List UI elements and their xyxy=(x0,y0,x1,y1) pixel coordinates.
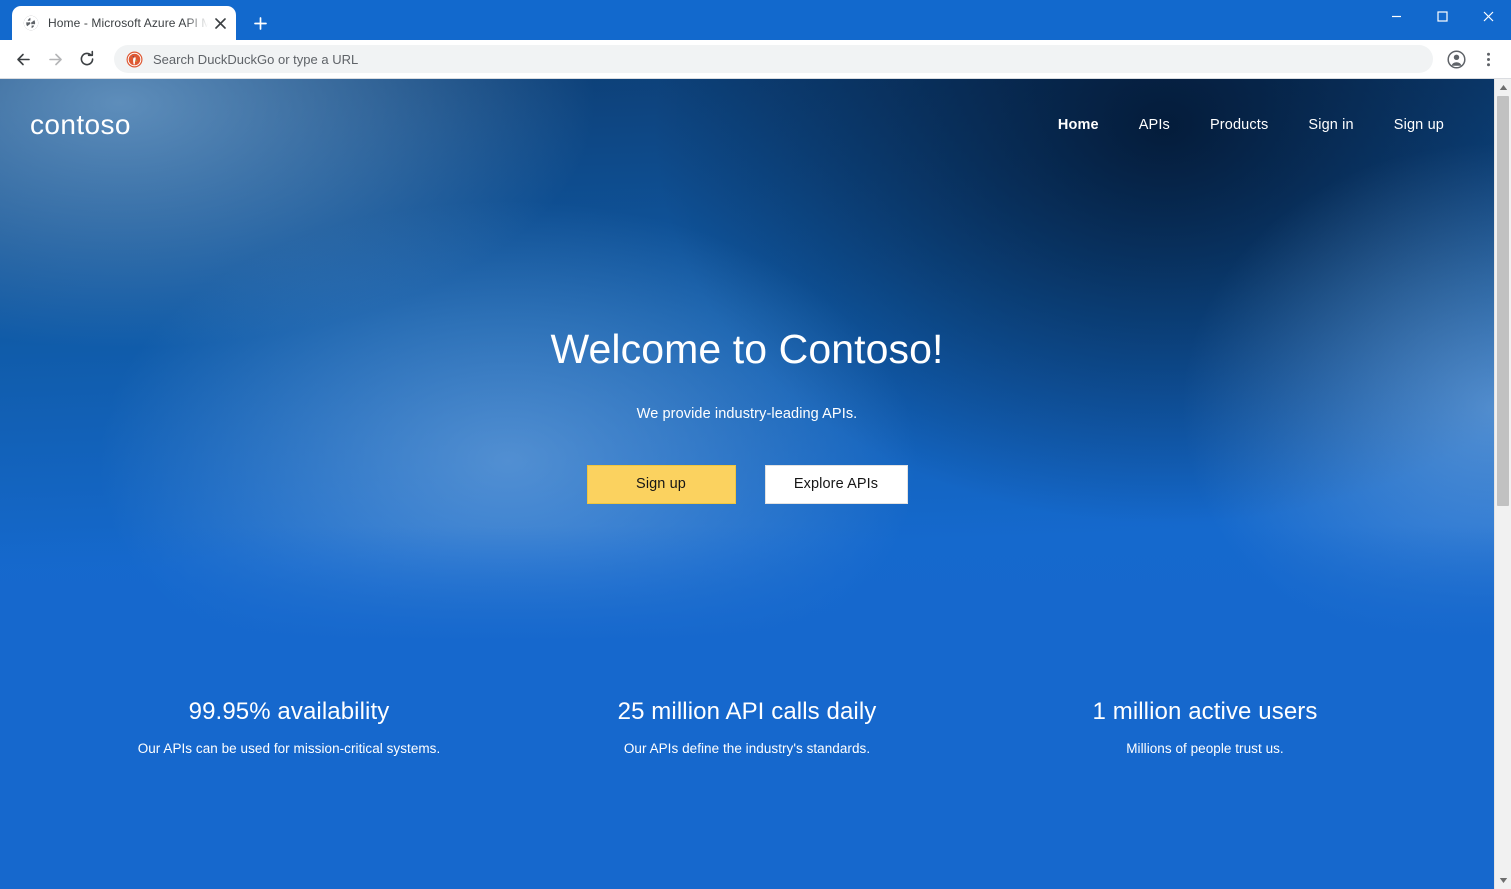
stat-item-availability: 99.95% availability Our APIs can be used… xyxy=(60,676,518,889)
tab-title: Home - Microsoft Azure API Man xyxy=(48,16,208,30)
contoso-developer-portal: contoso Home APIs Products Sign in Sign … xyxy=(0,79,1494,889)
window-controls xyxy=(1373,0,1511,32)
back-icon[interactable] xyxy=(8,44,38,74)
stat-description: Millions of people trust us. xyxy=(1126,740,1284,756)
browser-tab[interactable]: Home - Microsoft Azure API Man xyxy=(12,6,236,40)
stat-value: 25 million API calls daily xyxy=(617,698,877,725)
scroll-down-arrow-icon[interactable] xyxy=(1495,872,1511,889)
address-bar-text: Search DuckDuckGo or type a URL xyxy=(153,51,359,67)
maximize-icon[interactable] xyxy=(1419,0,1465,32)
address-bar[interactable]: Search DuckDuckGo or type a URL xyxy=(114,45,1433,73)
browser-titlebar: Home - Microsoft Azure API Man xyxy=(0,0,1511,40)
stat-value: 99.95% availability xyxy=(188,698,390,725)
nav-item-sign-in[interactable]: Sign in xyxy=(1288,109,1373,141)
contoso-logo[interactable]: contoso xyxy=(30,111,131,139)
scroll-up-arrow-icon[interactable] xyxy=(1495,79,1511,96)
duckduckgo-icon xyxy=(126,51,143,68)
nav-item-home[interactable]: Home xyxy=(1038,109,1119,141)
hero-subtitle: We provide industry-leading APIs. xyxy=(636,405,858,422)
stat-description: Our APIs define the industry's standards… xyxy=(623,740,871,756)
minimize-icon[interactable] xyxy=(1373,0,1419,32)
page-viewport: contoso Home APIs Products Sign in Sign … xyxy=(0,78,1511,889)
hero-title: Welcome to Contoso! xyxy=(550,326,944,372)
stat-value: 1 million active users xyxy=(1092,698,1318,725)
reload-icon[interactable] xyxy=(72,44,102,74)
browser-toolbar: Search DuckDuckGo or type a URL xyxy=(0,40,1511,78)
three-dot-menu-icon[interactable] xyxy=(1473,44,1503,74)
toolbar-right-actions xyxy=(1441,44,1503,74)
stats-section: 99.95% availability Our APIs can be used… xyxy=(0,676,1494,889)
stat-item-active-users: 1 million active users Millions of peopl… xyxy=(976,676,1434,889)
browser-window: Home - Microsoft Azure API Man Search Du… xyxy=(0,0,1511,889)
site-header: contoso Home APIs Products Sign in Sign … xyxy=(0,79,1494,171)
explore-apis-button[interactable]: Explore APIs xyxy=(764,464,908,504)
close-icon[interactable] xyxy=(210,13,230,33)
window-close-icon[interactable] xyxy=(1465,0,1511,32)
forward-icon[interactable] xyxy=(40,44,70,74)
sign-up-button[interactable]: Sign up xyxy=(586,464,736,504)
scrollbar-thumb[interactable] xyxy=(1497,96,1509,506)
main-navigation: Home APIs Products Sign in Sign up xyxy=(1038,109,1464,141)
nav-item-products[interactable]: Products xyxy=(1190,109,1288,141)
stat-item-api-calls: 25 million API calls daily Our APIs defi… xyxy=(518,676,976,889)
page-scrollbar[interactable] xyxy=(1494,79,1511,889)
stat-description: Our APIs can be used for mission-critica… xyxy=(137,740,441,756)
globe-icon xyxy=(22,15,39,32)
nav-item-apis[interactable]: APIs xyxy=(1119,109,1190,141)
account-avatar-icon[interactable] xyxy=(1441,44,1471,74)
hero-actions: Sign up Explore APIs xyxy=(0,464,1494,504)
new-tab-button[interactable] xyxy=(246,9,274,37)
nav-item-sign-up[interactable]: Sign up xyxy=(1374,109,1464,141)
